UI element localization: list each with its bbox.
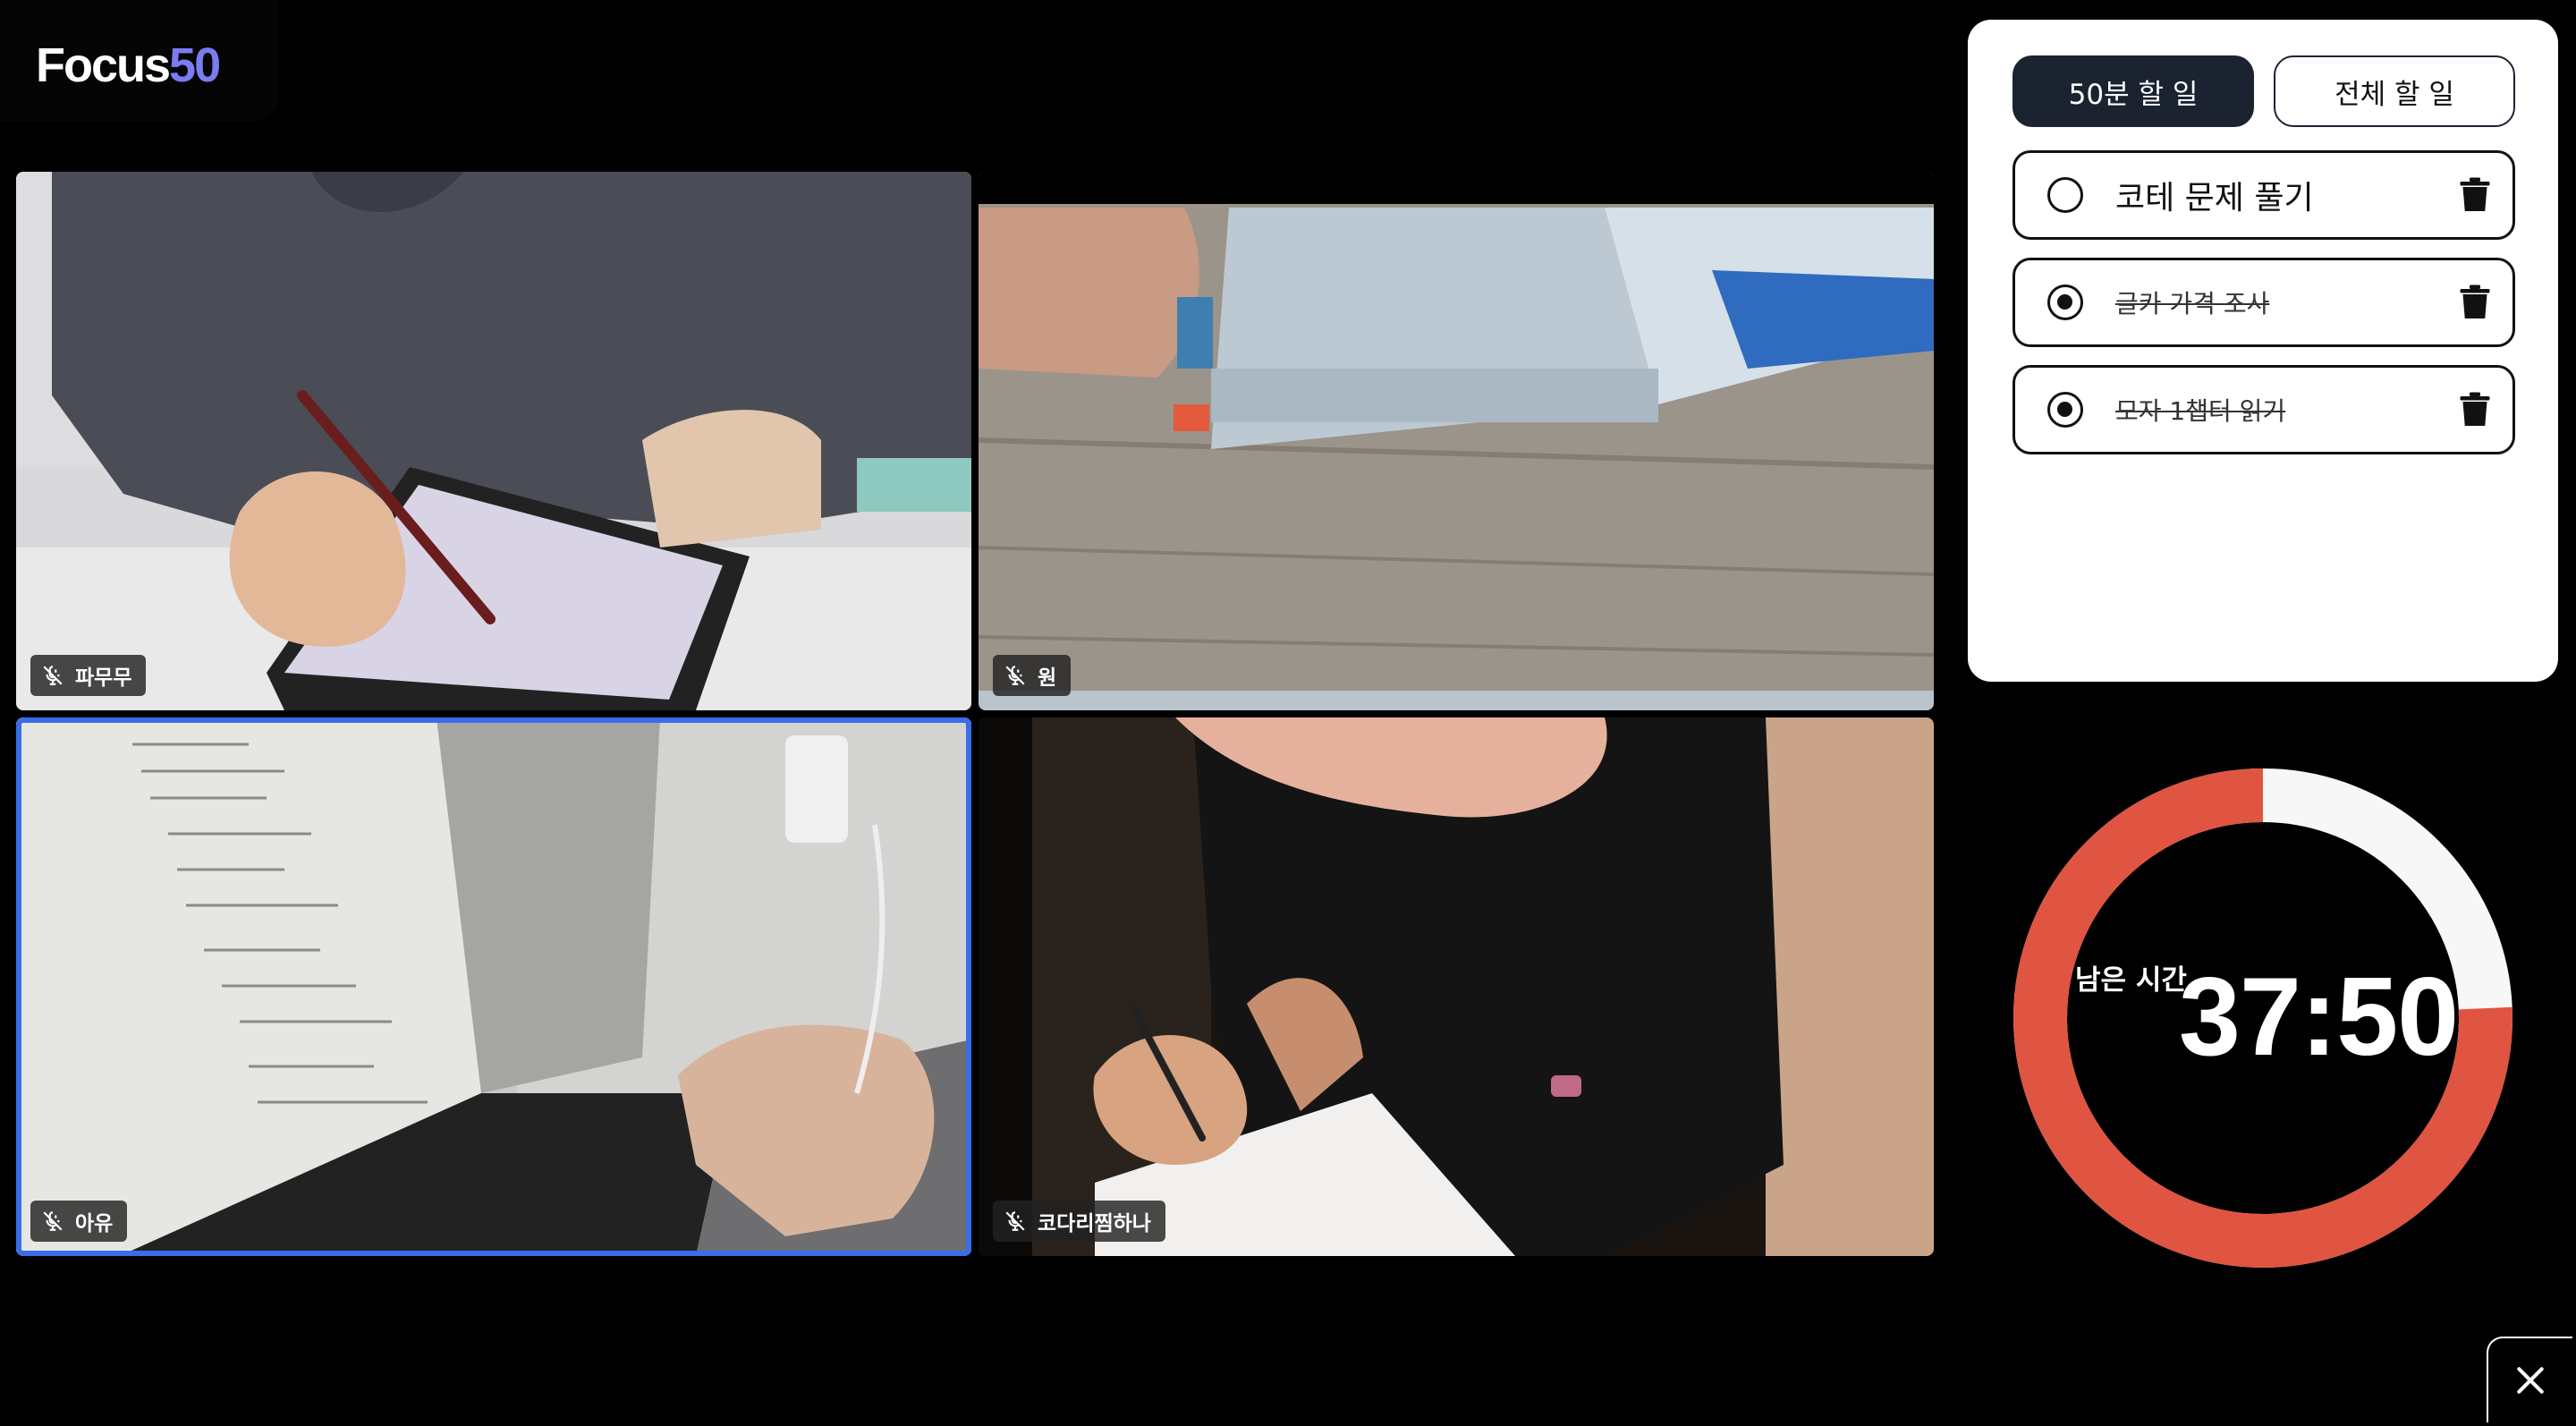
mic-off-icon xyxy=(43,666,63,685)
app-logo: Focus50 xyxy=(36,38,221,92)
participant-name-tag: 원 xyxy=(993,655,1072,696)
todo-text: 모자 1챕터 읽기 xyxy=(2115,396,2286,426)
video-grid: 파무무 원 아유 코다리찜하나 xyxy=(16,172,1936,1256)
participant-name: 코다리찜하나 xyxy=(1038,1212,1151,1235)
mic-off-icon xyxy=(1005,1211,1025,1231)
todo-item: 코테 문제 풀기 xyxy=(2012,150,2515,240)
video-feed xyxy=(979,172,1934,710)
video-feed xyxy=(16,717,971,1256)
participant-name: 아유 xyxy=(75,1212,114,1235)
todo-panel: 50분 할 일 전체 할 일 코테 문제 풀기 글카 가격 조사 모자 1챕터 … xyxy=(1968,20,2558,682)
trash-icon[interactable] xyxy=(2459,177,2491,213)
video-tile-active[interactable]: 아유 xyxy=(16,717,971,1256)
mic-off-icon xyxy=(1005,666,1025,685)
tab-all-todos[interactable]: 전체 할 일 xyxy=(2274,55,2515,127)
video-tile[interactable]: 파무무 xyxy=(16,172,971,710)
todo-checkbox-checked[interactable] xyxy=(2047,284,2083,320)
countdown-timer: 남은 시간 37:50 xyxy=(2011,766,2515,1270)
todo-list: 코테 문제 풀기 글카 가격 조사 모자 1챕터 읽기 xyxy=(2012,150,2515,472)
todo-tabs: 50분 할 일 전체 할 일 xyxy=(2012,55,2515,127)
todo-checkbox[interactable] xyxy=(2047,177,2083,213)
close-icon xyxy=(2517,1367,2544,1394)
timer-value: 37:50 xyxy=(2179,955,2459,1079)
video-tile[interactable]: 코다리찜하나 xyxy=(979,717,1934,1256)
trash-icon[interactable] xyxy=(2459,392,2491,428)
participant-name-tag: 코다리찜하나 xyxy=(993,1201,1165,1242)
app-root: Focus50 파무무 원 아유 코다리찜하나 50분 할 일 전체 할 일 코… xyxy=(0,0,2576,1426)
mic-off-icon xyxy=(43,1211,63,1231)
video-tile[interactable]: 원 xyxy=(979,172,1934,710)
todo-text: 코테 문제 풀기 xyxy=(2115,180,2314,216)
timer-label: 남은 시간 xyxy=(2075,964,2187,997)
todo-checkbox-checked[interactable] xyxy=(2047,392,2083,428)
tab-50min-todos[interactable]: 50분 할 일 xyxy=(2012,55,2254,127)
participant-name: 원 xyxy=(1038,666,1057,690)
close-button[interactable] xyxy=(2487,1337,2572,1422)
participant-name-tag: 아유 xyxy=(30,1201,128,1242)
participant-name: 파무무 xyxy=(75,666,132,690)
participant-name-tag: 파무무 xyxy=(30,655,147,696)
video-feed xyxy=(979,717,1934,1256)
brand-header: Focus50 xyxy=(0,0,279,122)
trash-icon[interactable] xyxy=(2459,284,2491,320)
todo-item: 모자 1챕터 읽기 xyxy=(2012,365,2515,454)
todo-text: 글카 가격 조사 xyxy=(2115,289,2270,318)
video-feed xyxy=(16,172,971,710)
todo-item: 글카 가격 조사 xyxy=(2012,258,2515,347)
